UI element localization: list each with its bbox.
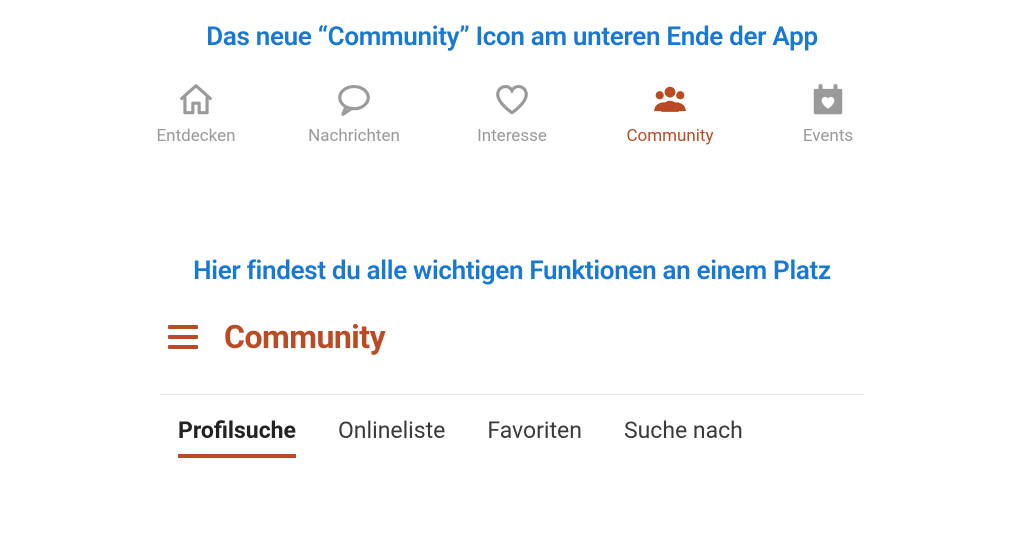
subtab-suche-nach[interactable]: Suche nach xyxy=(624,417,743,458)
speech-icon xyxy=(332,80,376,120)
subtab-favoriten[interactable]: Favoriten xyxy=(487,417,582,458)
caption-bottom: Hier findest du alle wichtigen Funktione… xyxy=(0,256,1024,286)
calendar-icon xyxy=(806,80,850,120)
tab-community[interactable]: Community xyxy=(615,80,725,146)
tab-nachrichten[interactable]: Nachrichten xyxy=(299,80,409,146)
heart-icon xyxy=(490,80,534,120)
tab-label: Community xyxy=(626,126,713,146)
screen-header: Community xyxy=(160,316,864,376)
people-icon xyxy=(648,80,692,120)
bottom-tabbar: Entdecken Nachrichten Interesse xyxy=(0,80,1024,146)
caption-top: Das neue “Community” Icon am unteren End… xyxy=(0,22,1024,52)
hamburger-icon[interactable] xyxy=(168,325,198,349)
tab-label: Entdecken xyxy=(157,126,236,146)
tab-label: Interesse xyxy=(477,126,547,146)
subtab-profilsuche[interactable]: Profilsuche xyxy=(178,417,296,458)
tab-label: Events xyxy=(803,126,853,146)
house-icon xyxy=(174,80,218,120)
subtab-bar: Profilsuche Onlineliste Favoriten Suche … xyxy=(160,394,864,458)
tab-interesse[interactable]: Interesse xyxy=(457,80,567,146)
page-title: Community xyxy=(224,318,385,356)
tab-entdecken[interactable]: Entdecken xyxy=(141,80,251,146)
subtab-onlineliste[interactable]: Onlineliste xyxy=(338,417,445,458)
community-screen: Community Profilsuche Onlineliste Favori… xyxy=(160,316,864,458)
tab-label: Nachrichten xyxy=(308,126,400,146)
tab-events[interactable]: Events xyxy=(773,80,883,146)
